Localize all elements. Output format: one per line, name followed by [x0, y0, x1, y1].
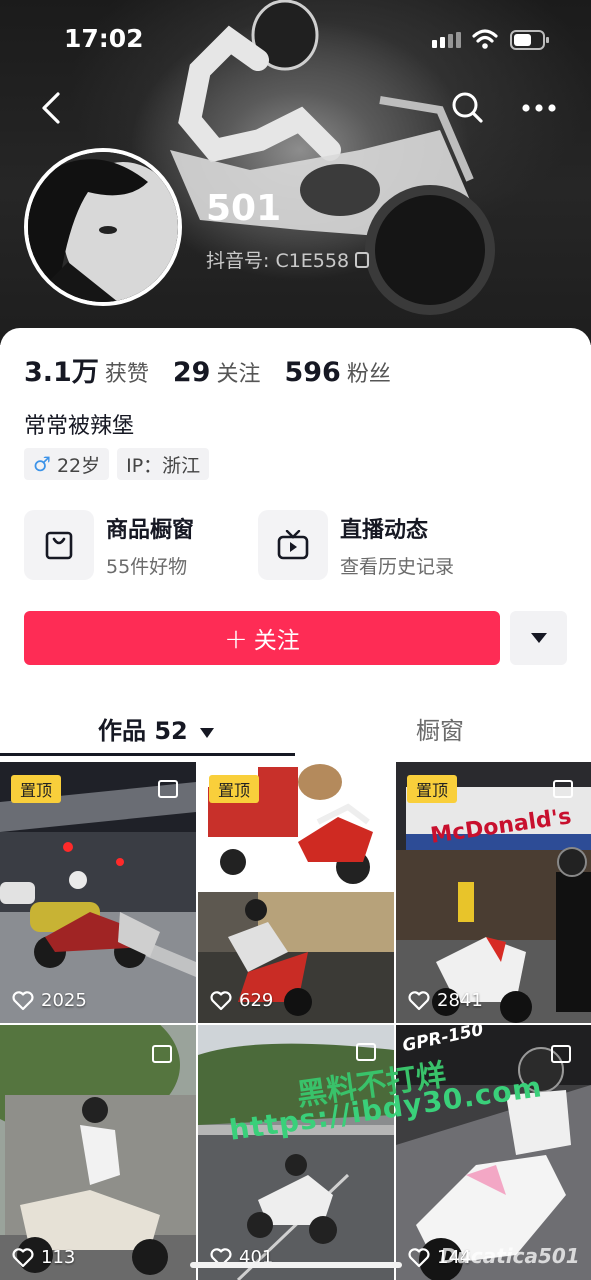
content-tabs: 作品 52 橱窗 — [0, 693, 591, 763]
video-tile[interactable]: 置顶 629 — [198, 762, 394, 1023]
ip-text: IP：浙江 — [126, 454, 201, 477]
age-text: 22岁 — [56, 454, 101, 477]
heart-icon — [210, 990, 232, 1010]
home-indicator[interactable] — [190, 1262, 402, 1268]
more-dots-icon — [522, 104, 556, 112]
shop-icon-box — [24, 510, 94, 580]
recommend-dropdown-button[interactable] — [510, 611, 567, 665]
video-tile[interactable]: 置顶 McDonald's 2841 — [396, 762, 591, 1023]
live-subtitle: 查看历史记录 — [340, 555, 455, 578]
multi-image-icon — [158, 780, 178, 798]
search-icon — [452, 92, 483, 123]
like-count-text: 113 — [41, 1247, 76, 1268]
like-count: 2025 — [12, 990, 87, 1011]
multi-image-icon — [356, 1043, 376, 1061]
tv-icon — [277, 530, 309, 560]
ip-tag: IP：浙江 — [117, 448, 210, 480]
triangle-down-icon — [530, 633, 547, 643]
tile-watermark: Ducatica501 — [440, 1244, 580, 1268]
search-button[interactable] — [448, 88, 488, 128]
tab-window[interactable]: 橱窗 — [416, 711, 464, 746]
male-icon: ♂ — [33, 452, 51, 476]
profile-bio: 常常被辣堡 — [24, 414, 135, 439]
stat-following-num: 29 — [172, 357, 211, 388]
tab-works-label: 作品 52 — [98, 717, 188, 745]
multi-image-icon — [553, 780, 573, 798]
pinned-badge: 置顶 — [11, 775, 61, 803]
stat-likes-label: 获赞 — [104, 362, 149, 387]
follow-label: 关注 — [253, 628, 300, 654]
shop-window-entry[interactable]: 商品橱窗 55件好物 — [24, 510, 194, 580]
heart-icon — [408, 1247, 430, 1267]
live-text: 直播动态 查看历史记录 — [340, 512, 454, 579]
more-options-button[interactable] — [518, 90, 560, 126]
cellular-signal-icon — [432, 32, 461, 48]
like-count-text: 629 — [239, 990, 274, 1011]
stat-likes-num: 3.1万 — [24, 357, 99, 388]
live-icon-box — [258, 510, 328, 580]
stat-likes[interactable]: 3.1万 获赞 — [24, 350, 149, 389]
shop-title: 商品橱窗 — [106, 517, 195, 543]
like-count: 2841 — [408, 990, 483, 1011]
stat-followers-num: 596 — [284, 357, 341, 388]
status-bar: 17:02 — [0, 0, 591, 80]
like-count-text: 2841 — [437, 990, 483, 1011]
tab-works[interactable]: 作品 52 — [98, 711, 215, 746]
active-tab-indicator — [0, 753, 295, 756]
video-tile[interactable]: 113 — [0, 1025, 196, 1280]
pinned-badge: 置顶 — [407, 775, 457, 803]
back-button[interactable] — [32, 86, 72, 130]
wifi-icon — [472, 29, 498, 49]
profile-tags: ♂ 22岁 IP：浙江 — [24, 448, 210, 480]
stat-following[interactable]: 29 关注 — [173, 356, 261, 388]
heart-icon — [12, 990, 34, 1010]
shopping-bag-icon — [45, 531, 73, 560]
caret-down-icon — [200, 728, 215, 738]
live-history-entry[interactable]: 直播动态 查看历史记录 — [258, 510, 454, 580]
age-tag: ♂ 22岁 — [24, 448, 110, 480]
profile-stats: 3.1万 获赞 29 关注 596 粉丝 — [24, 350, 391, 389]
multi-image-icon — [551, 1045, 571, 1063]
like-count: 113 — [12, 1247, 75, 1268]
like-count-text: 2025 — [41, 990, 87, 1011]
shop-subtitle: 55件好物 — [106, 555, 188, 578]
pinned-badge: 置顶 — [209, 775, 259, 803]
follow-button[interactable]: + 关注 — [24, 611, 500, 665]
status-time: 17:02 — [64, 24, 144, 53]
video-grid: 置顶 2025 置顶 629 置顶 McDonald's 2841 113 40… — [0, 762, 591, 1280]
douyin-id-text: 抖音号: C1E558 — [206, 250, 350, 272]
avatar[interactable] — [24, 148, 182, 306]
douyin-id: 抖音号: C1E558 — [206, 246, 370, 273]
profile-cover: 17:02 501 抖音号: C1E558 — [0, 0, 591, 345]
video-thumbnail — [0, 1025, 196, 1280]
heart-icon — [12, 1247, 34, 1267]
copy-icon[interactable] — [355, 251, 370, 268]
heart-icon — [408, 990, 430, 1010]
stat-followers[interactable]: 596 粉丝 — [284, 356, 390, 388]
shop-text: 商品橱窗 55件好物 — [106, 512, 194, 579]
avatar-photo — [28, 152, 178, 302]
multi-image-icon — [152, 1045, 172, 1063]
like-count: 629 — [210, 990, 273, 1011]
chevron-left-icon — [42, 92, 60, 124]
battery-icon — [510, 30, 549, 50]
video-tile[interactable]: 置顶 2025 — [0, 762, 196, 1023]
stat-following-label: 关注 — [216, 362, 261, 387]
stat-followers-label: 粉丝 — [346, 362, 391, 387]
nickname: 501 — [206, 188, 282, 229]
plus-icon: + — [224, 621, 248, 655]
live-title: 直播动态 — [340, 517, 429, 543]
